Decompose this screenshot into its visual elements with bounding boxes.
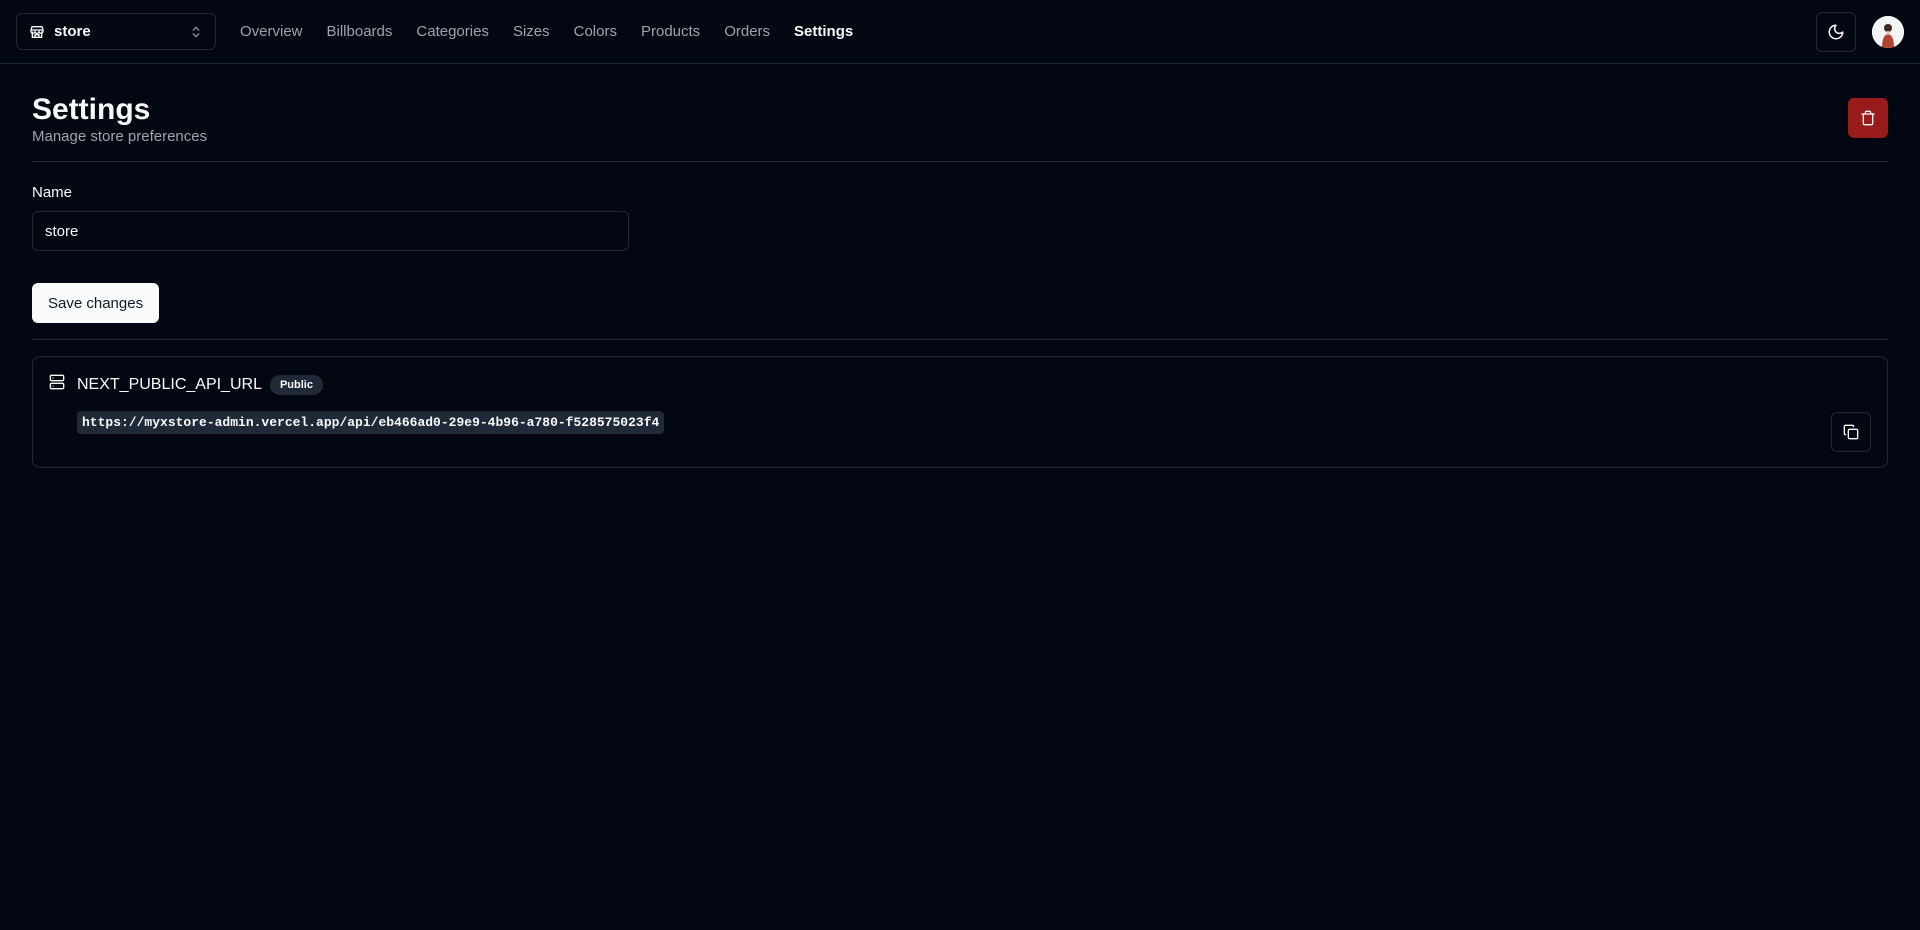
- store-icon: [29, 24, 45, 40]
- navbar-actions: [1816, 11, 1904, 52]
- nav-settings[interactable]: Settings: [794, 23, 853, 40]
- nav-orders[interactable]: Orders: [724, 23, 770, 40]
- nav-colors[interactable]: Colors: [574, 23, 617, 40]
- chevrons-up-down-icon: [189, 25, 203, 39]
- moon-icon: [1827, 23, 1845, 41]
- settings-form: Name Save changes: [32, 184, 1888, 323]
- page-description: Manage store preferences: [32, 128, 208, 145]
- copy-url-button[interactable]: [1831, 412, 1871, 452]
- server-icon: [49, 374, 65, 390]
- api-alert-body: https://myxstore-admin.vercel.app/api/eb…: [49, 411, 1871, 434]
- api-alert: NEXT_PUBLIC_API_URL Public https://myxst…: [32, 356, 1888, 468]
- store-switcher[interactable]: store: [16, 13, 216, 50]
- copy-icon: [1843, 424, 1859, 440]
- delete-store-button[interactable]: [1848, 98, 1888, 138]
- separator: [32, 161, 1888, 162]
- nav-categories[interactable]: Categories: [416, 23, 489, 40]
- heading: Settings Manage store preferences: [32, 88, 207, 145]
- name-label: Name: [32, 184, 73, 201]
- user-avatar[interactable]: [1872, 15, 1904, 48]
- store-switcher-label: store: [54, 23, 91, 40]
- nav-sizes[interactable]: Sizes: [513, 23, 550, 40]
- page-title: Settings: [32, 93, 151, 126]
- main-nav: Overview Billboards Categories Sizes Col…: [240, 23, 877, 40]
- heading-row: Settings Manage store preferences: [32, 88, 1888, 145]
- theme-toggle-button[interactable]: [1816, 11, 1856, 52]
- store-name-input[interactable]: [32, 211, 629, 251]
- nav-products[interactable]: Products: [641, 23, 700, 40]
- nav-overview[interactable]: Overview: [240, 23, 303, 40]
- save-changes-button[interactable]: Save changes: [32, 283, 160, 323]
- api-url: https://myxstore-admin.vercel.app/api/eb…: [77, 411, 665, 434]
- settings-page: Settings Manage store preferences Name S…: [0, 64, 1920, 492]
- api-alert-header: NEXT_PUBLIC_API_URL Public: [49, 373, 1871, 395]
- separator: [32, 339, 1888, 340]
- api-alert-title: NEXT_PUBLIC_API_URL: [77, 376, 262, 393]
- navbar: store Overview Billboards Categories Siz…: [0, 0, 1920, 64]
- public-badge: Public: [269, 375, 323, 395]
- nav-billboards[interactable]: Billboards: [327, 23, 393, 40]
- trash-icon: [1860, 110, 1876, 126]
